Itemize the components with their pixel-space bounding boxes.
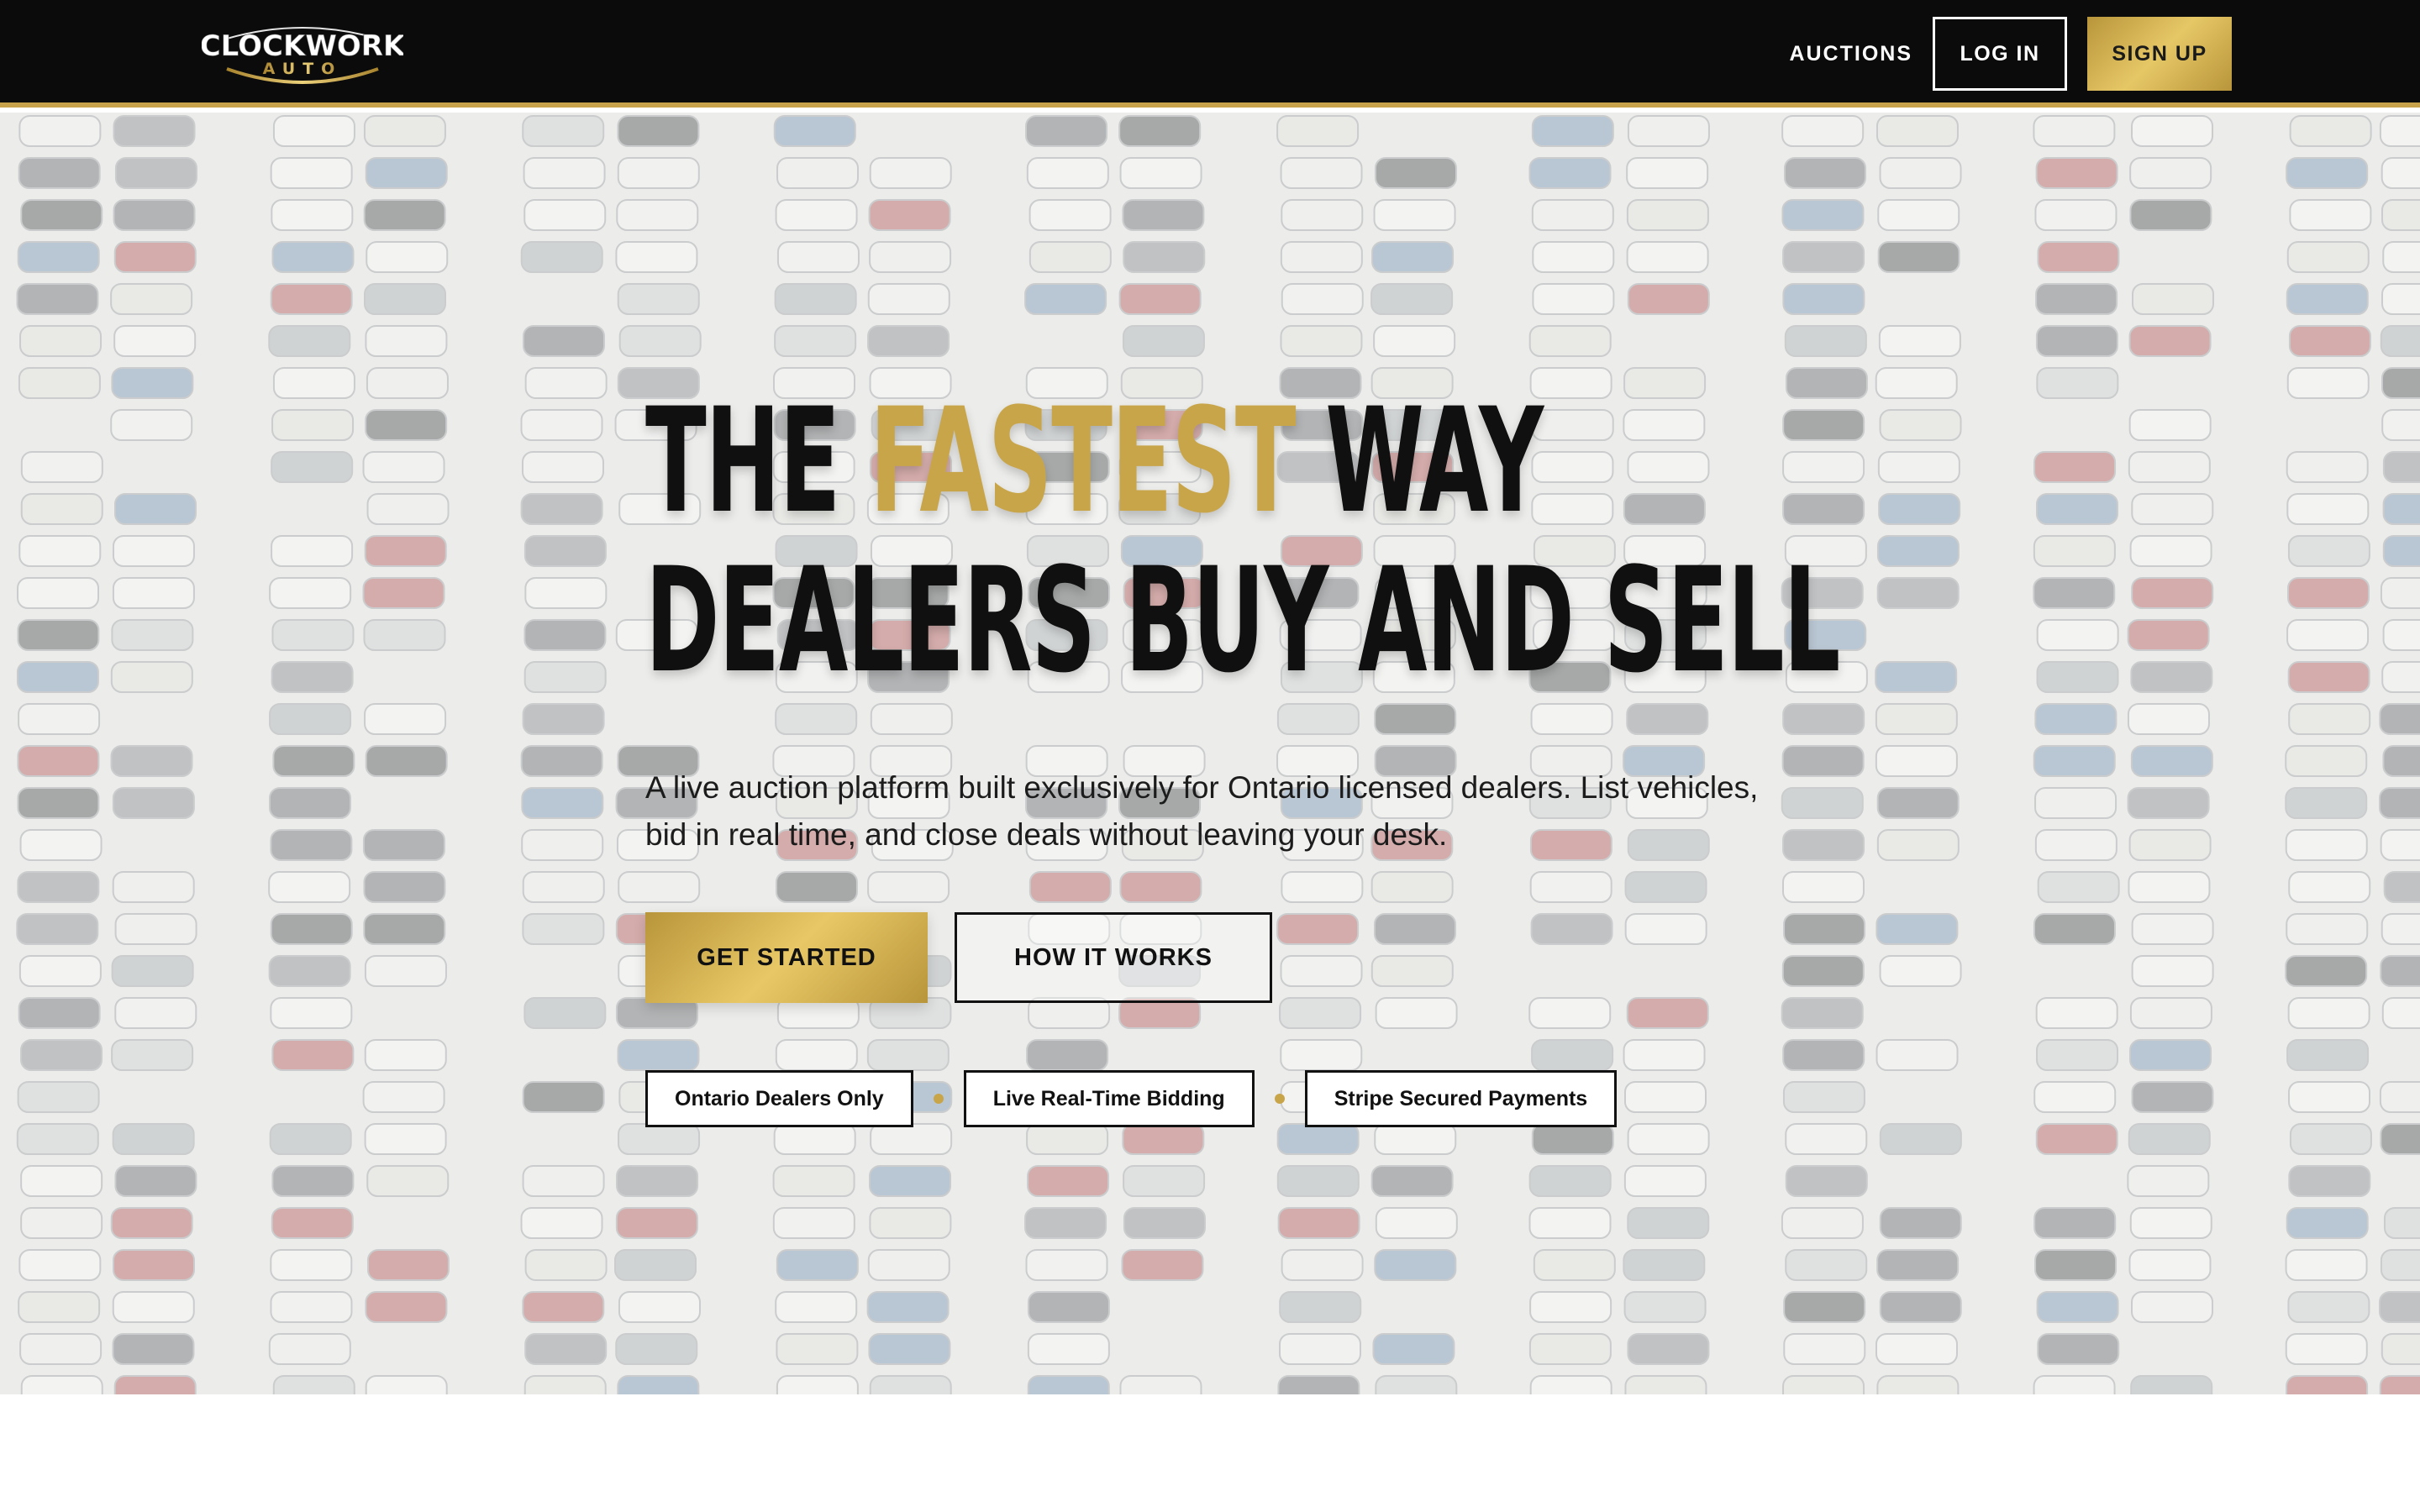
headline-part2: WAY — [1295, 376, 1544, 545]
how-it-works-button[interactable]: HOW IT WORKS — [955, 912, 1272, 1003]
headline-line2: DEALERS BUY AND SELL — [645, 536, 1840, 705]
clockwork-auto-logo[interactable]: CLOCKWORK AUTO — [202, 18, 403, 87]
badge-live-bidding: Live Real-Time Bidding — [963, 1070, 1255, 1127]
hero-headline: THE FASTEST WAY DEALERS BUY AND SELL — [645, 381, 1840, 701]
below-fold-section — [0, 1394, 2420, 1512]
signup-button[interactable]: SIGN UP — [2087, 17, 2232, 91]
hero-content: THE FASTEST WAY DEALERS BUY AND SELL A l… — [645, 381, 1840, 1127]
hero-subtext: A live auction platform built exclusivel… — [645, 770, 1759, 852]
gold-dot-separator — [933, 1094, 944, 1104]
logo-top-text: CLOCKWORK — [202, 29, 403, 63]
get-started-button[interactable]: GET STARTED — [645, 912, 928, 1003]
feature-badges: Ontario Dealers Only Live Real-Time Bidd… — [645, 1070, 1822, 1127]
headline-highlight: FASTEST — [870, 376, 1297, 545]
nav-link-auctions[interactable]: AUCTIONS — [1789, 42, 1912, 66]
hero-section: THE FASTEST WAY DEALERS BUY AND SELL A l… — [0, 113, 2420, 1394]
cta-row: GET STARTED HOW IT WORKS — [645, 912, 1822, 1003]
gold-dot-separator — [1274, 1094, 1285, 1104]
badge-stripe-payments: Stripe Secured Payments — [1304, 1070, 1618, 1127]
headline-part1: THE — [645, 376, 871, 545]
login-button[interactable]: LOG IN — [1933, 17, 2067, 91]
logo-bottom-text: AUTO — [263, 60, 343, 78]
badge-ontario-dealers: Ontario Dealers Only — [645, 1070, 913, 1127]
nav-actions: AUCTIONS LOG IN SIGN UP — [1789, 17, 2232, 91]
top-navbar: CLOCKWORK AUTO AUCTIONS LOG IN SIGN UP — [0, 0, 2420, 108]
